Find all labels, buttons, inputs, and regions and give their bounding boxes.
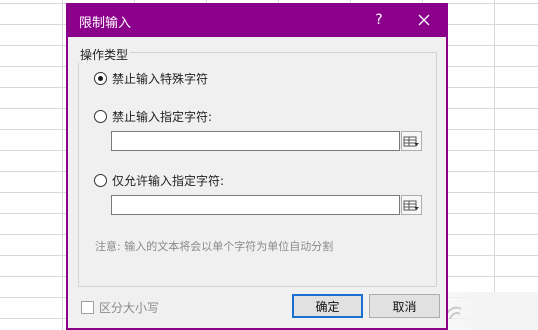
range-picker-button[interactable]	[401, 131, 422, 151]
restrict-input-dialog: 限制输入 ? 操作类型 禁止输入特殊字符 禁止输入指定字符: 仅允许输入指定字符…	[66, 3, 448, 330]
option-block-special-chars[interactable]: 禁止输入特殊字符	[94, 69, 208, 87]
radio-button-selected[interactable]	[94, 71, 107, 85]
option-label: 禁止输入特殊字符	[112, 71, 209, 86]
range-select-icon	[403, 136, 419, 147]
dialog-title: 限制输入	[79, 16, 132, 31]
case-sensitive-label: 区分大小写	[99, 300, 160, 315]
operation-type-title: 操作类型	[78, 46, 131, 63]
ok-button[interactable]: 确定	[292, 294, 363, 318]
option-label: 仅允许输入指定字符:	[112, 173, 225, 188]
allowed-chars-input[interactable]	[111, 195, 400, 215]
help-button[interactable]: ?	[369, 10, 389, 30]
case-sensitive-option[interactable]: 区分大小写	[81, 299, 159, 315]
dialog-titlebar[interactable]: 限制输入 ?	[66, 3, 448, 37]
radio-button[interactable]	[94, 109, 107, 123]
range-select-icon	[403, 200, 419, 211]
split-note: 注意: 输入的文本将会以单个字符为单位自动分割	[95, 240, 334, 253]
blocked-chars-input[interactable]	[111, 131, 400, 151]
range-picker-button[interactable]	[401, 195, 422, 215]
cancel-button[interactable]: 取消	[369, 294, 440, 318]
option-allow-specified-chars[interactable]: 仅允许输入指定字符:	[94, 171, 224, 189]
radio-button[interactable]	[94, 173, 107, 187]
case-sensitive-checkbox[interactable]	[81, 300, 94, 314]
option-block-specified-chars[interactable]: 禁止输入指定字符:	[94, 107, 212, 125]
option-label: 禁止输入指定字符:	[112, 109, 213, 124]
close-icon[interactable]	[414, 10, 434, 30]
